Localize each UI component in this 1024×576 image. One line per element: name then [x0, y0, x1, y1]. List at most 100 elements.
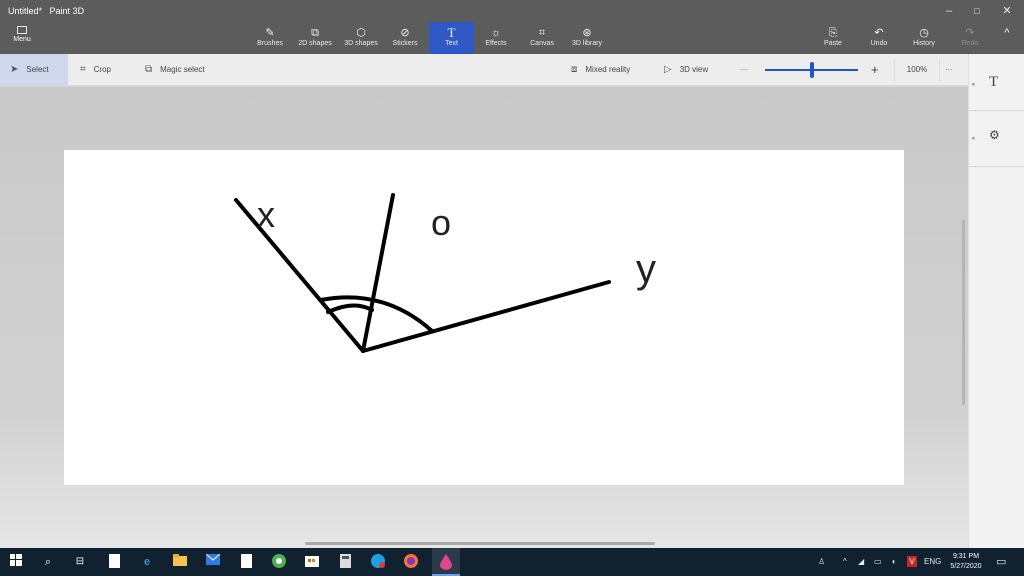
vertical-scrollbar[interactable] — [962, 220, 965, 405]
side-panel: ◂ T ◂ ⚙ — [968, 54, 1024, 548]
label-o: o — [431, 202, 451, 243]
calculator-icon[interactable] — [337, 554, 353, 570]
crop-button[interactable]: ⌗ Crop — [80, 54, 111, 86]
clock-time: 9:31 PM — [952, 553, 980, 560]
tool-stickers[interactable]: ⊘ Stickers — [388, 22, 422, 54]
chrome-icon[interactable] — [271, 554, 287, 570]
tool-label: Stickers — [392, 40, 418, 47]
system-clock[interactable]: 9:31 PM 5/27/2020 — [944, 552, 988, 572]
title-bar: Untitled* Paint 3D – □ ✕ — [0, 0, 1024, 22]
magic-select-button[interactable]: ⧉ Magic select — [145, 54, 205, 86]
magic-select-icon: ⧉ — [145, 64, 153, 75]
expand-arrow-icon[interactable]: ◂ — [971, 80, 975, 88]
mail-icon[interactable] — [205, 553, 221, 570]
horizontal-scrollbar[interactable] — [305, 542, 655, 545]
angle-arc-outer — [319, 295, 434, 333]
input-language[interactable]: ENG — [924, 557, 941, 566]
more-options-button[interactable]: ··· — [945, 54, 953, 86]
paste-button[interactable]: ⎘ Paste — [818, 22, 848, 54]
angle-arc-inner — [326, 303, 374, 314]
tool-label: Paste — [824, 40, 842, 47]
firefox-icon[interactable] — [403, 554, 419, 570]
menu-button[interactable]: Menu — [6, 25, 38, 51]
menu-icon — [17, 26, 27, 34]
ray-x — [234, 198, 365, 353]
zoom-level[interactable]: 100% — [894, 59, 940, 81]
tool-label: Text — [445, 40, 458, 47]
skype-icon[interactable] — [370, 554, 386, 570]
paste-icon: ⎘ — [828, 27, 838, 39]
expand-arrow-icon[interactable]: ◂ — [971, 134, 975, 142]
document-icon[interactable] — [238, 554, 254, 570]
ray-o — [361, 193, 395, 353]
show-hidden-icons-icon[interactable]: ^ — [843, 557, 847, 566]
store-icon[interactable] — [304, 554, 320, 570]
select-button[interactable]: ➤ Select — [0, 54, 68, 86]
text-settings-icon[interactable]: ⚙ — [989, 128, 1000, 142]
ribbon: Menu ✎ Brushes ⧉ 2D shapes ⬡ 3D shapes ⊘… — [0, 22, 1024, 54]
taskbar: ⌕ ⊟ e ♙ ^ ◢ ▭ ◖ V ENG 9:31 PM 5/27/2020 … — [0, 548, 1024, 576]
task-view-icon[interactable]: ⊟ — [72, 554, 88, 570]
zoom-slider-thumb[interactable] — [809, 62, 814, 78]
close-button[interactable]: ✕ — [996, 3, 1018, 19]
undo-icon: ↶ — [874, 27, 884, 39]
tool-brushes[interactable]: ✎ Brushes — [253, 22, 287, 54]
file-explorer-icon[interactable] — [172, 554, 188, 570]
window-title: Untitled* Paint 3D — [8, 6, 84, 16]
document-name: Untitled* — [8, 6, 43, 16]
tool-label: Brushes — [257, 40, 283, 47]
effects-icon: ☼ — [490, 27, 502, 39]
volume-icon[interactable]: ◖ — [891, 557, 896, 566]
notifications-icon[interactable]: ▭ — [996, 555, 1006, 568]
tool-text[interactable]: T Text — [429, 22, 474, 54]
3d-view-button[interactable]: ▷ 3D view — [664, 54, 708, 86]
battery-icon[interactable]: ▭ — [874, 557, 882, 566]
search-icon[interactable]: ⌕ — [40, 554, 56, 570]
text-icon: T — [447, 25, 456, 40]
tool-label: 3D library — [572, 40, 602, 47]
collapse-ribbon-button[interactable]: ^ — [996, 22, 1018, 54]
drawing: x o y — [234, 193, 656, 353]
antivirus-icon[interactable]: V — [907, 556, 917, 567]
windows-start-icon[interactable] — [8, 554, 24, 570]
tool-label: History — [913, 40, 935, 47]
zoom-in-button[interactable]: + — [871, 54, 879, 86]
history-button[interactable]: ◷ History — [906, 22, 942, 54]
tool-canvas[interactable]: ⌗ Canvas — [525, 22, 559, 54]
stickers-icon: ⊘ — [400, 27, 410, 39]
file-icon[interactable] — [106, 554, 122, 570]
undo-button[interactable]: ↶ Undo — [864, 22, 894, 54]
tool-options-bar: ➤ Select ⌗ Crop ⧉ Magic select ⧈ Mixed reali… — [0, 54, 968, 86]
redo-button[interactable]: ↷ Redo — [955, 22, 985, 54]
magic-select-label: Magic select — [160, 65, 205, 74]
tool-label: 2D shapes — [298, 40, 332, 47]
crop-label: Crop — [93, 65, 111, 74]
tool-3d-shapes[interactable]: ⬡ 3D shapes — [340, 22, 382, 54]
mixed-reality-button[interactable]: ⧈ Mixed reality — [571, 54, 630, 86]
tool-effects[interactable]: ☼ Effects — [479, 22, 513, 54]
paint-3d-taskbar-icon[interactable] — [432, 548, 460, 576]
network-icon[interactable]: ◢ — [858, 557, 864, 566]
mixed-reality-label: Mixed reality — [585, 65, 631, 74]
maximize-button[interactable]: □ — [966, 3, 988, 19]
tool-2d-shapes[interactable]: ⧉ 2D shapes — [294, 22, 336, 54]
side-divider — [969, 110, 1024, 111]
tool-3d-library[interactable]: ⊛ 3D library — [566, 22, 608, 54]
clock-date: 5/27/2020 — [950, 563, 982, 570]
cursor-icon: ➤ — [10, 64, 19, 75]
people-icon[interactable]: ♙ — [818, 557, 825, 566]
app-name: Paint 3D — [49, 6, 85, 16]
drawing-canvas[interactable]: x o y — [64, 150, 904, 485]
text-icon[interactable]: T — [989, 74, 998, 91]
minimize-button[interactable]: – — [938, 3, 960, 19]
3d-library-icon: ⊛ — [582, 27, 592, 39]
crop-icon: ⌗ — [80, 64, 86, 75]
label-y: y — [636, 247, 656, 291]
edge-browser-icon[interactable]: e — [139, 554, 155, 570]
tool-label: Canvas — [530, 40, 554, 47]
3d-view-icon: ▷ — [664, 64, 672, 75]
chevron-up-icon: ^ — [1004, 27, 1010, 39]
canvas-icon: ⌗ — [538, 27, 546, 39]
tool-label: 3D shapes — [344, 40, 378, 47]
zoom-out-button[interactable]: — — [740, 54, 748, 86]
